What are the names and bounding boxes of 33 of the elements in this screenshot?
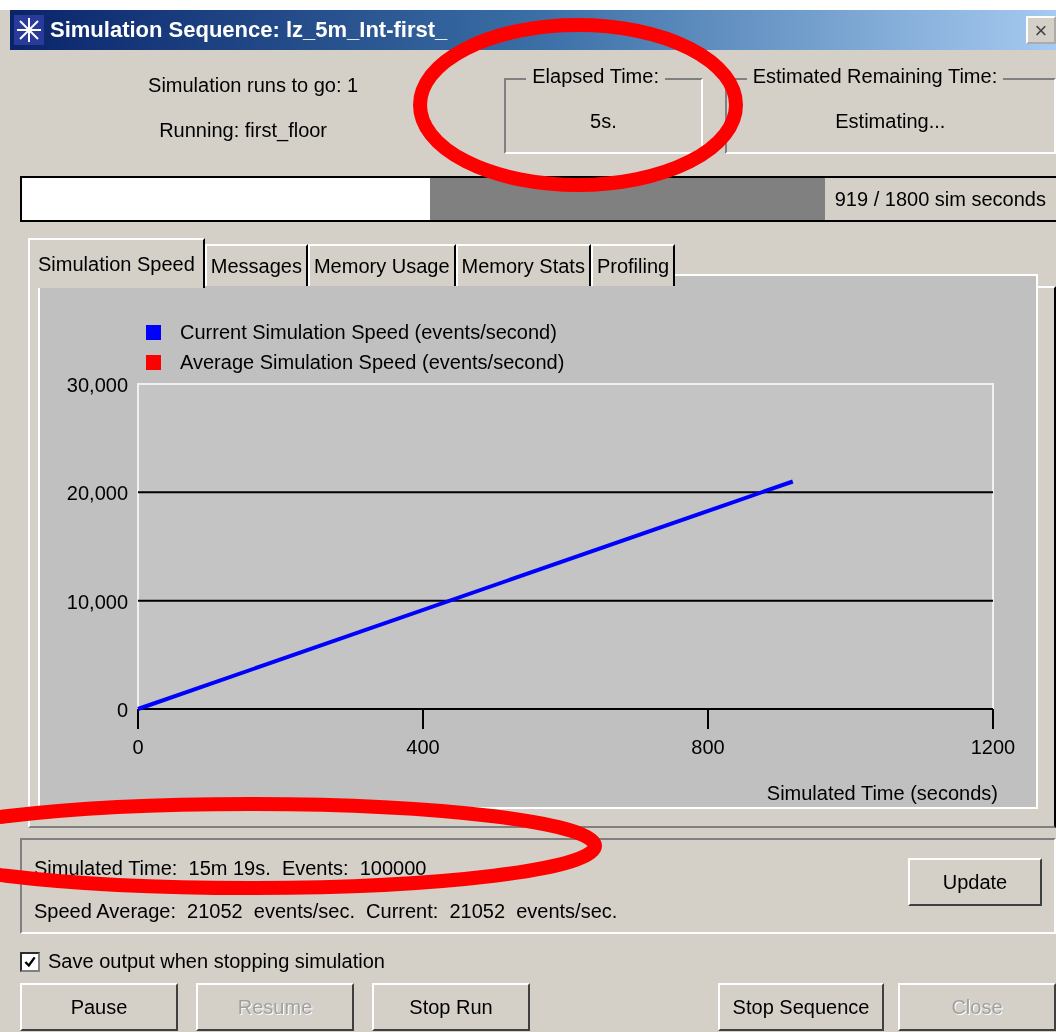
tab[interactable]: Simulation Speed (28, 238, 205, 288)
status-text: Simulated Time: 15m 19s. Events: 100000 (34, 857, 428, 880)
dialog-button[interactable]: Pause (20, 983, 178, 1031)
y-tick-label: 20,000 (66, 482, 128, 505)
x-tick-label: 800 (691, 736, 725, 758)
checkbox-label: Save output when stopping simulation (48, 950, 385, 973)
update-button[interactable]: Update (908, 858, 1042, 906)
x-tick-label: 1200 (970, 736, 1016, 758)
tab[interactable]: Memory Usage (307, 244, 456, 286)
starburst-icon (14, 15, 44, 45)
y-tick-label: 0 (116, 699, 128, 721)
tab[interactable]: Profiling (590, 244, 676, 286)
group-title: Estimated Remaining Time: (746, 65, 1004, 88)
dialog-button[interactable]: Stop Run (372, 983, 531, 1031)
group-value: 5s. (590, 109, 617, 133)
checkbox[interactable] (20, 951, 40, 972)
close-button[interactable]: × (1026, 16, 1056, 44)
x-tick-label: 0 (132, 736, 144, 758)
y-tick-label: 10,000 (66, 590, 128, 613)
group-title: Elapsed Time: (526, 65, 665, 88)
legend-label: Average Simulation Speed (events/second) (180, 351, 565, 373)
status-text: Speed Average: 21052 events/sec. Current: 21052 events/sec. (34, 900, 619, 923)
y-tick-label: 30,000 (66, 374, 128, 396)
window-title: Simulation Sequence: lz_5m_Int-first_ (50, 17, 448, 43)
x-tick-label: 400 (406, 736, 440, 758)
runs-to-go-label: Simulation runs to go: 1 (148, 74, 359, 97)
legend-label: Current Simulation Speed (events/second) (180, 321, 557, 343)
x-axis-label: Simulated Time (seconds) (766, 782, 998, 804)
running-label: Running: first_floor (159, 119, 328, 142)
tab[interactable]: Memory Stats (455, 244, 591, 286)
group-value: Estimating... (835, 109, 946, 133)
dialog-button[interactable]: Stop Sequence (718, 983, 884, 1031)
tab[interactable]: Messages (204, 244, 308, 286)
